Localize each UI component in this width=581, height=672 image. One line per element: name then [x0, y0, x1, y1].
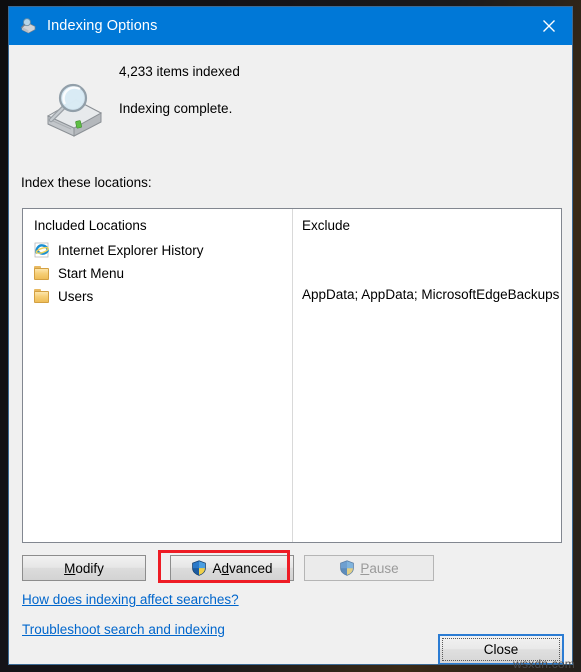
list-item[interactable]: Users [34, 286, 93, 307]
watermark: wsxdn.com [513, 657, 575, 671]
uac-shield-icon [339, 560, 355, 576]
pause-label-rest: ause [369, 560, 399, 576]
indexing-options-dialog: Indexing Options 4,233 items indexed Ind… [8, 6, 573, 665]
items-indexed-count: 4,233 items indexed [119, 64, 240, 79]
modify-accel-char: M [64, 560, 76, 576]
uac-shield-icon [191, 560, 207, 576]
modify-label-rest: odify [75, 560, 104, 576]
title-bar: Indexing Options [9, 7, 572, 45]
drive-with-magnifier-icon [40, 82, 106, 138]
folder-icon [34, 288, 51, 305]
indexing-search-drive-icon [19, 17, 37, 35]
pause-button[interactable]: Pause [304, 555, 434, 581]
folder-icon [34, 265, 51, 282]
internet-explorer-icon [34, 242, 51, 259]
close-button-label: Close [483, 642, 519, 657]
exclude-value: AppData; AppData; MicrosoftEdgeBackups [302, 287, 560, 302]
dialog-body: 4,233 items indexed Indexing complete. I… [9, 45, 572, 664]
column-header-included-locations[interactable]: Included Locations [34, 218, 147, 233]
modify-button[interactable]: Modify [22, 555, 146, 581]
column-divider [292, 209, 293, 542]
list-item-label: Users [58, 289, 94, 304]
locations-listview[interactable]: Included Locations Exclude Internet Expl… [22, 208, 562, 543]
advanced-label-rest: vanced [228, 560, 273, 576]
advanced-button[interactable]: Advanced [170, 555, 294, 581]
advanced-accel-char: d [221, 560, 229, 576]
titlebar-close-button[interactable] [526, 7, 572, 45]
indexing-state-text: Indexing complete. [119, 101, 233, 116]
pause-accel-char: P [360, 560, 370, 576]
list-item-label: Start Menu [58, 266, 125, 281]
column-header-exclude[interactable]: Exclude [302, 218, 350, 233]
list-item[interactable]: Start Menu [34, 263, 124, 284]
status-area: 4,233 items indexed Indexing complete. [9, 45, 572, 155]
list-item-label: Internet Explorer History [58, 243, 204, 258]
how-does-indexing-affect-searches-link[interactable]: How does indexing affect searches? [22, 592, 239, 607]
close-x-icon [543, 20, 555, 32]
list-item[interactable]: Internet Explorer History [34, 240, 204, 261]
index-locations-label: Index these locations: [21, 175, 152, 190]
troubleshoot-search-and-indexing-link[interactable]: Troubleshoot search and indexing [22, 622, 225, 637]
window-title: Indexing Options [47, 18, 158, 34]
